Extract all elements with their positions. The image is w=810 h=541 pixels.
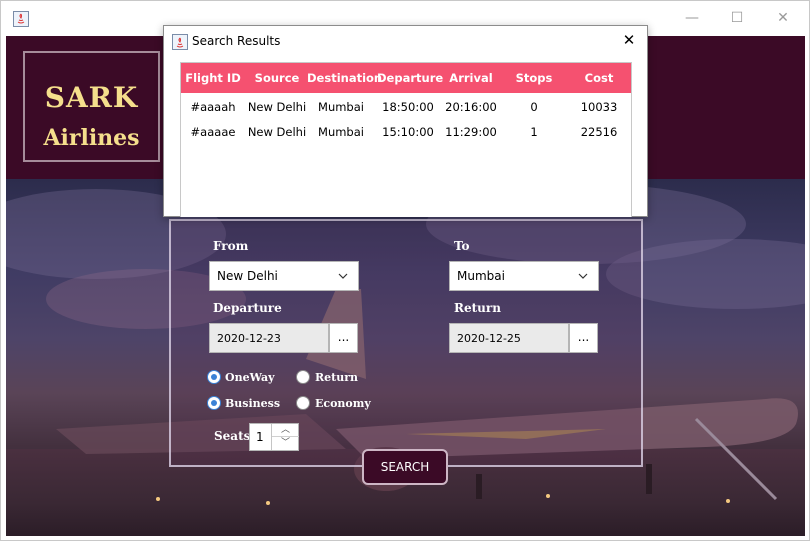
business-radio[interactable] [207, 396, 221, 410]
business-label: Business [225, 397, 281, 410]
close-icon[interactable]: ✕ [773, 8, 793, 28]
table-cell: #aaaae [190, 125, 236, 139]
column-header[interactable]: Flight ID [185, 71, 241, 85]
economy-label: Economy [315, 397, 371, 410]
departure-date-value: 2020-12-23 [217, 332, 281, 345]
logo-subtitle: Airlines [43, 125, 140, 151]
from-value: New Delhi [217, 269, 278, 283]
to-value: Mumbai [457, 269, 505, 283]
column-header[interactable]: Source [251, 71, 303, 85]
table-header: Flight ID Source Destination Departure A… [181, 63, 631, 93]
table-cell: 18:50:00 [382, 100, 434, 114]
return-date-picker-button[interactable]: ... [569, 323, 598, 353]
table-cell: Mumbai [318, 125, 364, 139]
oneway-radio[interactable] [207, 370, 221, 384]
table-cell: 10033 [580, 100, 618, 114]
search-results-dialog: Search Results ✕ Flight ID Source Destin… [163, 25, 648, 217]
from-dropdown[interactable]: New Delhi [209, 261, 359, 291]
column-header[interactable]: Arrival [443, 71, 499, 85]
results-table: Flight ID Source Destination Departure A… [180, 62, 632, 217]
table-cell: 11:29:00 [445, 125, 497, 139]
return-label: Return [454, 301, 501, 315]
table-cell: 0 [530, 100, 538, 114]
column-header[interactable]: Destination [307, 71, 382, 85]
table-cell: 1 [530, 125, 538, 139]
close-icon[interactable]: ✕ [619, 30, 639, 50]
spinner-buttons: ︿ ﹀ [271, 424, 299, 450]
minimize-icon[interactable]: — [682, 8, 702, 28]
spinner-down-icon[interactable]: ﹀ [272, 437, 299, 450]
java-app-icon [13, 11, 29, 27]
java-app-icon [172, 34, 188, 50]
column-header[interactable]: Departure [377, 71, 443, 85]
logo: SARK Airlines [23, 51, 160, 162]
return-trip-label: Return [315, 371, 359, 384]
chevron-down-icon [578, 273, 588, 279]
return-trip-radio[interactable] [296, 370, 310, 384]
search-button[interactable]: SEARCH [362, 449, 448, 485]
departure-date-picker-button[interactable]: ... [329, 323, 358, 353]
from-label: From [213, 239, 249, 253]
column-header[interactable]: Cost [574, 71, 624, 85]
table-cell: #aaaah [190, 100, 236, 114]
departure-label: Departure [213, 301, 282, 315]
logo-title: SARK [44, 81, 139, 114]
table-cell: New Delhi [247, 125, 307, 139]
table-cell: New Delhi [247, 100, 307, 114]
table-cell: 20:16:00 [445, 100, 497, 114]
column-header[interactable]: Stops [508, 71, 560, 85]
departure-date-field[interactable]: 2020-12-23 [209, 323, 329, 353]
seats-spinner[interactable]: 1 ︿ ﹀ [249, 423, 299, 451]
return-date-value: 2020-12-25 [457, 332, 521, 345]
oneway-label: OneWay [225, 371, 275, 384]
dialog-title: Search Results [192, 34, 281, 48]
seats-value: 1 [256, 430, 264, 444]
table-cell: 22516 [580, 125, 618, 139]
seats-label: Seats [214, 429, 251, 443]
to-dropdown[interactable]: Mumbai [449, 261, 599, 291]
table-cell: Mumbai [318, 100, 364, 114]
return-date-field[interactable]: 2020-12-25 [449, 323, 569, 353]
economy-radio[interactable] [296, 396, 310, 410]
maximize-icon[interactable]: ☐ [727, 8, 747, 28]
to-label: To [454, 239, 470, 253]
chevron-down-icon [338, 273, 348, 279]
spinner-up-icon[interactable]: ︿ [272, 424, 299, 437]
table-cell: 15:10:00 [382, 125, 434, 139]
